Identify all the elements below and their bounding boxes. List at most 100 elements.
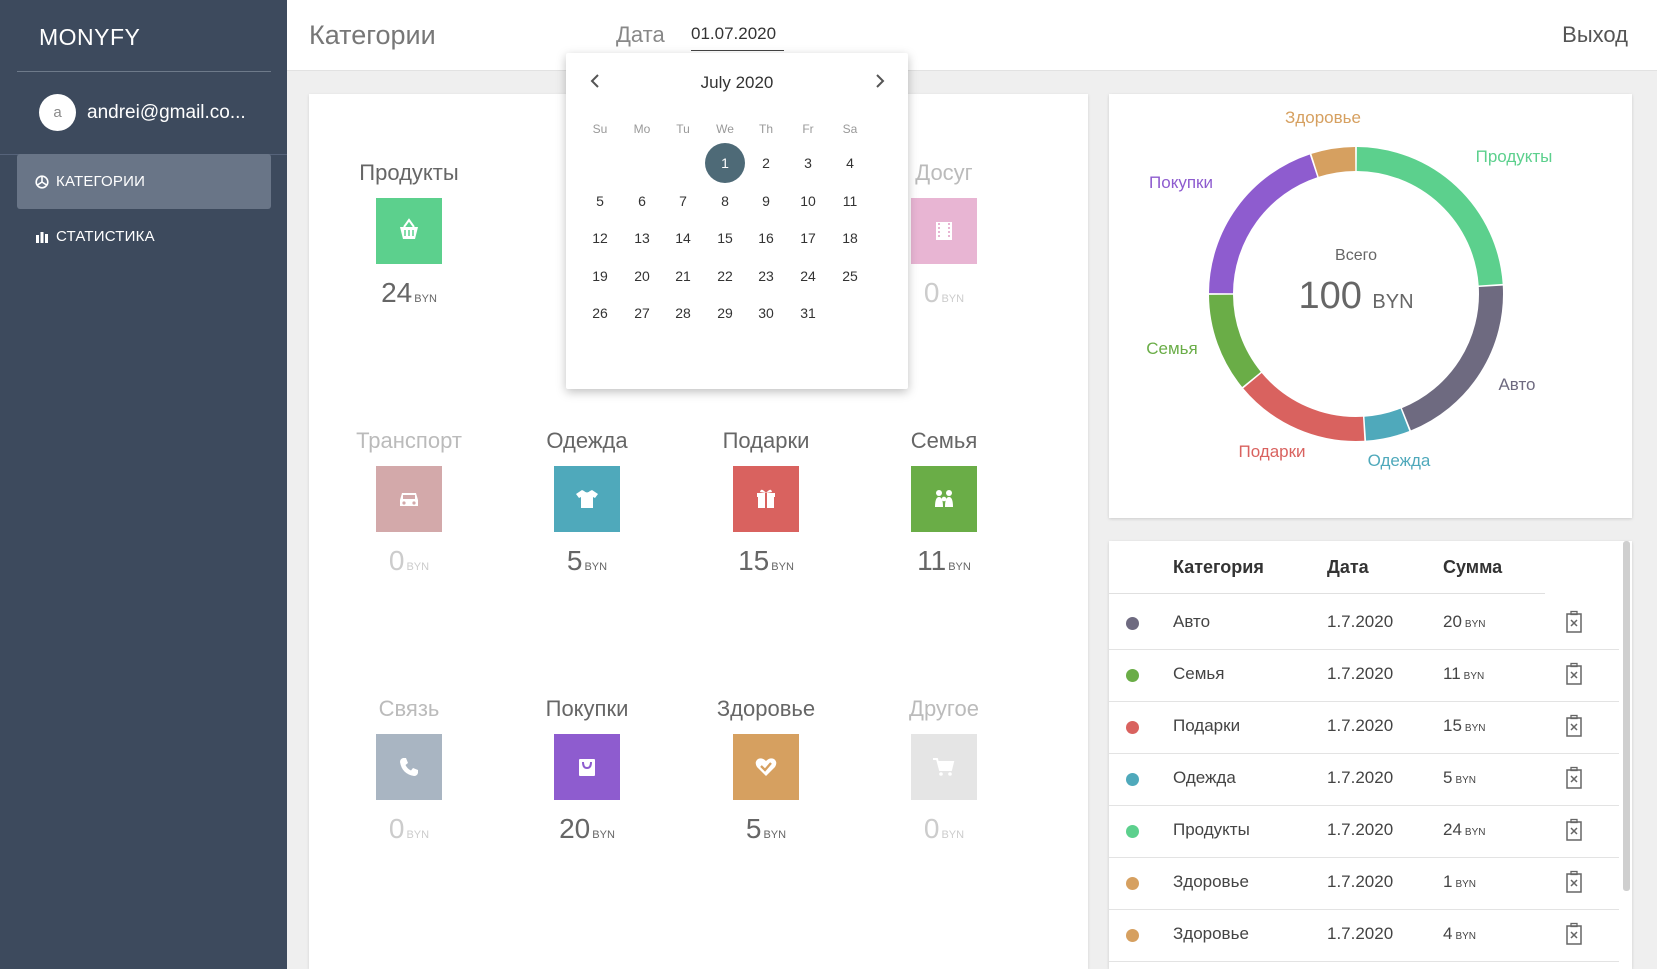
category-tile[interactable]: Одежда 5 BYN (497, 428, 677, 577)
category-tile[interactable]: Подарки 15 BYN (676, 428, 856, 577)
date-input[interactable] (691, 21, 784, 51)
film-icon[interactable] (911, 198, 977, 264)
phone-icon[interactable] (376, 734, 442, 800)
heart-check-icon[interactable] (733, 734, 799, 800)
calendar-day[interactable]: 16 (746, 218, 786, 258)
calendar-day[interactable]: 8 (705, 181, 745, 221)
calendar-day[interactable]: 24 (788, 256, 828, 296)
donut-slice-label: Семья (1146, 339, 1197, 358)
calendar-day[interactable]: 5 (580, 181, 620, 221)
amount-value: 5 (745, 813, 762, 844)
column-header-amount[interactable]: Сумма (1443, 557, 1502, 578)
column-header-category[interactable]: Категория (1173, 557, 1264, 578)
table-row[interactable]: Одежда 1.7.2020 5 BYN (1109, 751, 1619, 806)
tshirt-icon[interactable] (554, 466, 620, 532)
chevron-right-icon[interactable] (874, 72, 886, 94)
calendar-day[interactable]: 2 (746, 143, 786, 183)
calendar-day-selected[interactable]: 1 (705, 143, 745, 183)
delete-icon[interactable] (1564, 662, 1586, 686)
calendar-day[interactable]: 14 (663, 218, 703, 258)
table-row[interactable]: Авто 1.7.2020 20 BYN (1109, 595, 1619, 650)
category-tile[interactable]: Другое 0 BYN (854, 696, 1034, 845)
category-name: Одежда (546, 428, 628, 453)
table-row[interactable]: Семья 1.7.2020 11 BYN (1109, 647, 1619, 702)
donut-slice[interactable] (1311, 147, 1356, 177)
calendar-day[interactable]: 28 (663, 293, 703, 333)
brand-logo[interactable]: MONYFY (39, 24, 140, 51)
calendar-day[interactable]: 6 (622, 181, 662, 221)
family-icon[interactable] (911, 466, 977, 532)
date-picker-popup: July 2020 Su Mo Tu We Th Fr Sa 1 2 3 4 5 6 7 8 9 10 11 12 1… (566, 53, 908, 389)
table-scrollbar[interactable] (1623, 541, 1630, 891)
sidebar-item-statistics[interactable]: СТАТИСТИКА (17, 209, 271, 264)
delete-icon[interactable] (1564, 922, 1586, 946)
gift-icon[interactable] (733, 466, 799, 532)
shopping-bag-icon[interactable] (554, 734, 620, 800)
calendar-day[interactable]: 7 (663, 181, 703, 221)
row-category: Авто (1173, 612, 1211, 631)
calendar-day[interactable]: 10 (788, 181, 828, 221)
donut-slice[interactable] (1243, 372, 1365, 441)
category-name: Семья (910, 428, 978, 453)
calendar-day[interactable]: 4 (830, 143, 870, 183)
cart-icon[interactable] (911, 734, 977, 800)
calendar-day[interactable]: 25 (830, 256, 870, 296)
sidebar-item-categories[interactable]: КАТЕГОРИИ (17, 154, 271, 209)
category-name: Подарки (722, 428, 810, 453)
donut-slice[interactable] (1356, 147, 1503, 286)
categories-icon (34, 174, 49, 189)
category-amount: 20 BYN (497, 813, 677, 845)
calendar-day[interactable]: 15 (705, 218, 745, 258)
category-tile[interactable]: Покупки 20 BYN (497, 696, 677, 845)
donut-slice[interactable] (1209, 294, 1261, 388)
category-tile[interactable]: Здоровье 5 BYN (676, 696, 856, 845)
donut-slice[interactable] (1401, 285, 1503, 431)
category-tile[interactable]: Продукты 24 BYN (319, 160, 499, 309)
table-row[interactable]: Здоровье 1.7.2020 4 BYN (1109, 907, 1619, 962)
calendar-day[interactable]: 3 (788, 143, 828, 183)
user-info[interactable]: a andrei@gmail.co... (39, 94, 246, 131)
calendar-day[interactable]: 20 (622, 256, 662, 296)
calendar-day[interactable]: 9 (746, 181, 786, 221)
expenses-chart-card: Продукты Авто Одежда Подарки Семья Покупки Здо… (1109, 94, 1632, 518)
basket-icon[interactable] (376, 198, 442, 264)
calendar-day[interactable]: 31 (788, 293, 828, 333)
calendar-day[interactable]: 29 (705, 293, 745, 333)
currency-label: BYN (771, 561, 794, 573)
donut-center-total: 100 BYN (1298, 275, 1413, 317)
delete-icon[interactable] (1564, 818, 1586, 842)
calendar-day[interactable]: 27 (622, 293, 662, 333)
delete-icon[interactable] (1564, 714, 1586, 738)
date-label: Дата (616, 22, 665, 47)
delete-icon[interactable] (1564, 766, 1586, 790)
calendar-day[interactable]: 19 (580, 256, 620, 296)
category-color-dot (1126, 721, 1139, 734)
donut-slice[interactable] (1364, 408, 1410, 441)
category-tile[interactable]: Связь 0 BYN (319, 696, 499, 845)
amount-value: 24 (381, 277, 413, 308)
calendar-day[interactable]: 30 (746, 293, 786, 333)
calendar-day[interactable]: 26 (580, 293, 620, 333)
logout-button[interactable]: Выход (1562, 22, 1628, 48)
table-row[interactable]: Продукты 1.7.2020 24 BYN (1109, 803, 1619, 858)
category-amount: 5 BYN (676, 813, 856, 845)
category-name: Транспорт (356, 428, 462, 453)
column-header-date[interactable]: Дата (1327, 557, 1369, 578)
delete-icon[interactable] (1564, 870, 1586, 894)
calendar-day[interactable]: 22 (705, 256, 745, 296)
calendar-day[interactable]: 17 (788, 218, 828, 258)
calendar-day[interactable]: 11 (830, 181, 870, 221)
table-row[interactable]: Подарки 1.7.2020 15 BYN (1109, 699, 1619, 754)
calendar-month-label[interactable]: July 2020 (566, 73, 908, 93)
category-tile[interactable]: Семья 11 BYN (854, 428, 1034, 577)
category-tile[interactable]: Транспорт 0 BYN (319, 428, 499, 577)
calendar-day[interactable]: 21 (663, 256, 703, 296)
calendar-day[interactable]: 18 (830, 218, 870, 258)
row-category: Одежда (1173, 768, 1236, 787)
calendar-day[interactable]: 23 (746, 256, 786, 296)
car-icon[interactable] (376, 466, 442, 532)
calendar-day[interactable]: 13 (622, 218, 662, 258)
delete-icon[interactable] (1564, 610, 1586, 634)
table-row[interactable]: Здоровье 1.7.2020 1 BYN (1109, 855, 1619, 910)
calendar-day[interactable]: 12 (580, 218, 620, 258)
